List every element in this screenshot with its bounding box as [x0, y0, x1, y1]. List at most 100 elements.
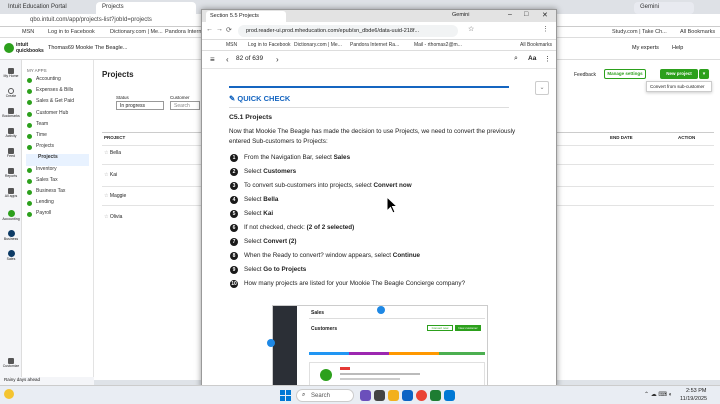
star-bookmark-icon[interactable]: ☆	[468, 25, 474, 33]
expenses-dot-icon	[27, 89, 32, 95]
nav-bookmarks[interactable]: Bookmarks	[0, 108, 22, 118]
menu-sales-tax[interactable]: Sales Tax	[22, 177, 93, 188]
lending-dot-icon	[27, 201, 32, 207]
nav-all-apps[interactable]: All apps	[0, 188, 22, 198]
reader-content: ✎ QUICK CHECK ⌄ C5.1 Projects Now that M…	[202, 69, 556, 390]
help-link[interactable]: Help	[672, 45, 683, 51]
nav-create[interactable]: Create	[0, 88, 22, 98]
menu-sales[interactable]: Sales & Get Paid	[22, 98, 93, 109]
bookmark-mail[interactable]: Mail - rthomas2@m...	[414, 42, 462, 48]
close-button[interactable]: ✕	[542, 11, 548, 19]
back-icon[interactable]: ←	[206, 26, 213, 33]
text-size-icon[interactable]: Aa	[528, 55, 536, 62]
convert-sub-customer-menuitem[interactable]: Convert from sub-customer	[646, 81, 712, 92]
menu-inventory[interactable]: Inventory	[22, 166, 93, 177]
my-experts-link[interactable]: My experts	[632, 45, 659, 51]
weather-icon[interactable]	[4, 389, 14, 399]
table-row[interactable]: ☆ Maggie	[104, 193, 126, 199]
table-row[interactable]: ☆ Bella	[104, 150, 121, 156]
nav-customize[interactable]: Customize	[0, 358, 22, 368]
menu-accounting[interactable]: Accounting	[22, 76, 93, 87]
bookmark-facebook[interactable]: Log in to Facebook	[248, 42, 291, 48]
task-view-icon[interactable]	[374, 390, 385, 401]
hamburger-icon[interactable]: ≡	[210, 55, 215, 64]
bookmark-msn[interactable]: MSN	[22, 29, 34, 35]
bookmark-msn[interactable]: MSN	[226, 42, 237, 48]
bookmark-facebook[interactable]: Log in to Facebook	[48, 29, 95, 35]
tab-projects[interactable]: Projects	[96, 2, 196, 14]
star-icon[interactable]: ☆	[104, 150, 108, 156]
nav-feed[interactable]: Feed	[0, 148, 22, 158]
customer-search-input[interactable]: Search	[170, 101, 200, 110]
nav-accounting[interactable]: Accounting	[0, 210, 22, 221]
new-project-dropdown[interactable]: ▾	[699, 69, 709, 79]
menu-lending[interactable]: Lending	[22, 199, 93, 210]
collapse-icon[interactable]: ⌄	[535, 81, 549, 95]
nav-activity[interactable]: Activity	[0, 128, 22, 138]
more-options-icon[interactable]: ⋮	[544, 55, 551, 63]
menu-business-tax[interactable]: Business Tax	[22, 188, 93, 199]
feedback-link[interactable]: Feedback	[574, 72, 596, 78]
chrome-icon[interactable]	[416, 390, 427, 401]
taskbar-search-box[interactable]: ⌕ Search	[296, 389, 354, 402]
bookmark-study[interactable]: Study.com | Take Ch...	[612, 29, 667, 35]
star-icon[interactable]: ☆	[104, 193, 108, 199]
bookmark-dictionary[interactable]: Dictionary.com | Me...	[294, 42, 342, 48]
clock-time[interactable]: 2:53 PM	[686, 388, 706, 394]
menu-team[interactable]: Team	[22, 121, 93, 132]
forward-icon[interactable]: →	[216, 26, 223, 33]
nav-business[interactable]: Business	[0, 230, 22, 241]
minimize-button[interactable]: –	[508, 11, 512, 18]
menu-label: Customer Hub	[36, 109, 69, 116]
app-icon[interactable]	[430, 390, 441, 401]
manage-settings-button[interactable]: Manage settings	[604, 69, 646, 79]
menu-payroll[interactable]: Payroll	[22, 210, 93, 221]
table-row[interactable]: ☆ Kai	[104, 172, 117, 178]
tab-gemini[interactable]: Gemini	[452, 12, 469, 18]
all-bookmarks[interactable]: All Bookmarks	[520, 42, 552, 48]
menu-customer-hub[interactable]: Customer Hub	[22, 110, 93, 121]
nav-reports[interactable]: Reports	[0, 168, 22, 178]
status-label: Status	[116, 95, 129, 100]
next-page-icon[interactable]: ›	[276, 55, 279, 64]
widgets-icon[interactable]	[360, 390, 371, 401]
page-indicator[interactable]: 82 of 639	[236, 55, 263, 62]
inventory-dot-icon	[27, 167, 32, 173]
nav-my-home[interactable]: My Home	[0, 68, 22, 78]
tray-icons[interactable]: ⌃ ☁ ⌨ ◐	[644, 391, 672, 398]
figure-sidebar	[273, 306, 297, 390]
nav-sales[interactable]: Sales	[0, 250, 22, 261]
tab-section-projects[interactable]: Section 5.5 Projects	[206, 11, 286, 22]
figure-btn1-label: Convert now	[431, 326, 449, 330]
mail-icon[interactable]	[444, 390, 455, 401]
zoom-icon[interactable]	[402, 390, 413, 401]
star-icon[interactable]: ☆	[104, 172, 108, 178]
bookmark-pandora[interactable]: Pandora Internet Ra...	[350, 42, 399, 48]
weather-widget[interactable]: Rainy days ahead	[0, 377, 94, 385]
star-icon[interactable]: ☆	[104, 214, 108, 220]
tab-gemini[interactable]: Gemini	[634, 2, 694, 14]
menu-expenses[interactable]: Expenses & Bills	[22, 87, 93, 98]
menu-time[interactable]: Time	[22, 132, 93, 143]
reader-url-field[interactable]: prod.reader-ui.prod.mheducation.com/epub…	[238, 25, 458, 37]
windows-start-icon[interactable]	[280, 390, 291, 401]
menu-projects[interactable]: Projects	[22, 143, 93, 154]
menu-projects-sub[interactable]: Projects	[26, 154, 89, 166]
status-select[interactable]: In progress	[116, 101, 164, 110]
company-name[interactable]: Thomas69 Mookie The Beagle...	[48, 45, 127, 51]
menu-dots-icon[interactable]: ⋮	[542, 25, 549, 33]
all-bookmarks[interactable]: All Bookmarks	[680, 29, 715, 35]
maximize-button[interactable]: □	[524, 11, 528, 18]
new-project-button[interactable]: New project	[660, 69, 698, 79]
file-explorer-icon[interactable]	[388, 390, 399, 401]
clock-date[interactable]: 11/19/2025	[680, 396, 707, 402]
tab-intuit-education[interactable]: Intuit Education Portal	[2, 2, 94, 14]
tab-label: Gemini	[452, 12, 470, 18]
prev-page-icon[interactable]: ‹	[226, 55, 229, 64]
table-row[interactable]: ☆ Olivia	[104, 214, 122, 220]
bookmark-dictionary[interactable]: Dictionary.com | Me...	[110, 29, 163, 35]
search-icon[interactable]: ⌕	[514, 55, 518, 63]
windows-taskbar: ⌕ Search ⌃ ☁ ⌨ ◐ 2:53 PM 11/19/2025	[0, 385, 720, 404]
bookmark-pandora[interactable]: Pandora Internet Ra...	[165, 29, 201, 35]
reload-icon[interactable]: ⟳	[226, 26, 232, 34]
